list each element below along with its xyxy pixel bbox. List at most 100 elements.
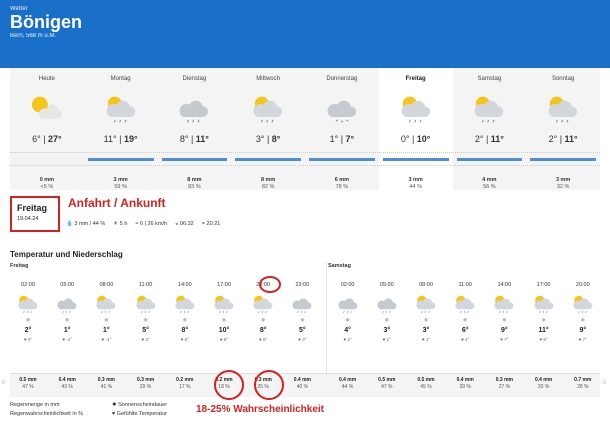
day-column[interactable]: Montag 11° | 19° 3 mm 59 % (84, 68, 158, 190)
hour-rain-amount: 0.4 mm (58, 377, 76, 383)
hour-rain-prob: 20 % (537, 384, 550, 390)
sun-cloud-rain-icon (84, 94, 158, 124)
hour-felt-value: 8° (223, 337, 229, 342)
hour-felt-value: 2° (347, 337, 352, 342)
day-column[interactable]: Donnerstag 1° | 7° 6 mm 78 % (305, 68, 379, 190)
rain-graph-bar (161, 158, 228, 161)
hour-time: 05:00 (379, 282, 394, 288)
hour-rain-prob: 41 % (100, 384, 113, 390)
hour-rain: 0.5 mm 45 % (410, 377, 442, 391)
day-min-temp: 2° (548, 134, 558, 144)
sun-cloud-rain-icon (453, 94, 527, 124)
cloud-rain-icon (286, 294, 318, 314)
highlight-circle-rain-1 (214, 370, 244, 400)
day-column[interactable]: Freitag 0° | 10° 3 mm 44 % (378, 68, 453, 191)
hour-column: 08:00 ✹ 1° ♥ -1° (90, 272, 122, 342)
page-title: Bönigen (10, 12, 82, 32)
day-max-temp: 19° (123, 134, 138, 144)
hour-rain-amount: 0.4 mm (456, 377, 474, 383)
sun-icon: ✹ (462, 318, 468, 324)
sun-cloud-rain-icon (90, 294, 122, 314)
hour-felt-temp: ♥ 8° (208, 337, 240, 342)
day-column[interactable]: Samstag 2° | 11° 4 mm 56 % (453, 68, 527, 190)
day-name: Donnerstag (326, 76, 358, 82)
heart-icon: ♥ (500, 337, 503, 342)
hour-temp: 8° (181, 327, 189, 334)
legend-sunshine-label: Sonnenscheindauer (118, 402, 168, 408)
heart-icon: ♥ (219, 337, 223, 342)
legend-felt-label: Gefühlte Temperatur (116, 411, 167, 417)
hour-temp: 3° (422, 327, 430, 334)
sun-icon: ☀ (113, 221, 119, 227)
sun-cloud-rain-icon (526, 94, 600, 124)
sun-cloud-rain-icon (379, 94, 453, 124)
day-rain: 3 mm 44 % (379, 177, 453, 191)
day-forecast-strip: Heute 6° | 27° 0 mm <5 % Montag 11° | 19° 3 mm… (10, 68, 600, 190)
hour-temp: 5° (299, 327, 306, 334)
day-temperature: 2° | 11° (474, 134, 504, 144)
hour-temp: 9° (501, 327, 508, 334)
hour-rain: 0.7 mm 28 % (567, 377, 599, 391)
day-max-temp: 27° (48, 134, 62, 144)
day-rain-amount: 4 mm (482, 177, 497, 183)
day-name: Samstag (477, 76, 502, 82)
sun-cloud-rain-icon (488, 294, 520, 314)
hour-rain: 0.3 mm 27 % (488, 377, 520, 391)
hour-rain-amount: 0.3 mm (97, 377, 115, 383)
hour-rain-prob: 43 % (61, 384, 73, 390)
day-label-second: Samstag (328, 263, 351, 269)
hour-temp: 10° (218, 327, 230, 334)
day-rain-amount: 8 mm (260, 177, 276, 183)
app-header: Wetter Bönigen Bern, 568 m ü.M. (0, 0, 610, 68)
hour-column: 02:00 ✹ 2° ♥ 0° (12, 272, 44, 342)
day-temperature: 0° | 10° (400, 134, 431, 144)
day-rain-prob: 59 % (114, 184, 127, 190)
sun-icon: ✹ (112, 402, 117, 408)
hour-rain-amount: 0.4 mm (293, 377, 311, 383)
day-column[interactable]: Heute 6° | 27° 0 mm <5 % (10, 68, 84, 190)
cloud-rain-icon (332, 294, 364, 314)
sun-cloud-rain-icon (130, 294, 162, 314)
heart-icon: ♥ (421, 337, 425, 342)
day-rain-prob: 83 % (188, 184, 201, 190)
day-column[interactable]: Dienstag 8° | 11° 8 mm 83 % (158, 68, 232, 190)
sun-icon: ✹ (260, 318, 266, 324)
rain-fact-value: 3 mm / 44 % (74, 221, 106, 227)
day-rain-prob: 56 % (483, 184, 496, 190)
hour-felt-temp: ♥ 4° (449, 337, 481, 342)
sun-icon: ✹ (384, 318, 390, 324)
sun-icon: ✹ (299, 318, 305, 324)
cloud-rain-icon (158, 94, 232, 124)
hour-column: 23:00 ✹ 5° ♥ 3° (286, 272, 318, 342)
day-rain-prob: 82 % (261, 184, 275, 190)
hour-time: 14:00 (177, 282, 192, 288)
heart-icon: ♥ (259, 337, 262, 342)
day-rain-amount: 3 mm (113, 177, 128, 183)
hour-time: 20:00 (575, 282, 590, 288)
hour-time: 17:00 (536, 282, 551, 288)
hour-felt-temp: ♥ -1° (51, 337, 83, 342)
hour-column: 02:00 ✹ 4° ♥ 2° (332, 272, 364, 342)
hour-column: 08:00 ✹ 3° ♥ 1° (410, 272, 442, 342)
heart-icon: ♥ (180, 337, 184, 342)
legend-left: Regenmenge in mm Regenwahrscheinlichkeit… (10, 401, 83, 419)
heart-icon: ♥ (539, 337, 543, 342)
drop-icon: 💧 (66, 221, 73, 227)
day-column[interactable]: Mittwoch 3° | 8° 8 mm 82 % (231, 68, 305, 190)
sun-icon: ✹ (541, 318, 547, 324)
hourly-forecast: 02:00 ✹ 2° ♥ 0° 05:00 ✹ 1° ♥ -1° 08:00 ✹ 1° ♥ -1° 11… (10, 272, 600, 372)
hour-time: 17:00 (217, 282, 231, 288)
day-column[interactable]: Sonntag 2° | 11° 3 mm 32 % (526, 68, 600, 190)
hour-rain-prob: 45 % (420, 384, 432, 390)
hour-column: 05:00 ✹ 1° ♥ -1° (51, 272, 83, 342)
heart-icon: ♥ (62, 337, 65, 342)
day-min-temp: 3° (255, 134, 265, 144)
cloud-snow-icon (305, 94, 379, 124)
hour-temp: 4° (344, 327, 351, 334)
rain-fact: 💧 3 mm / 44 % (66, 221, 105, 227)
hourly-rain-row: 0.5 mm 47 % 0.4 mm 43 % 0.3 mm 41 % 0.3 mm 29 %… (10, 373, 600, 397)
hour-rain: 0.4 mm 20 % (528, 377, 560, 391)
hour-time: 08:00 (419, 282, 433, 288)
edge-value-right: 0 (603, 380, 606, 386)
sun-cloud-rain-icon (231, 94, 305, 124)
